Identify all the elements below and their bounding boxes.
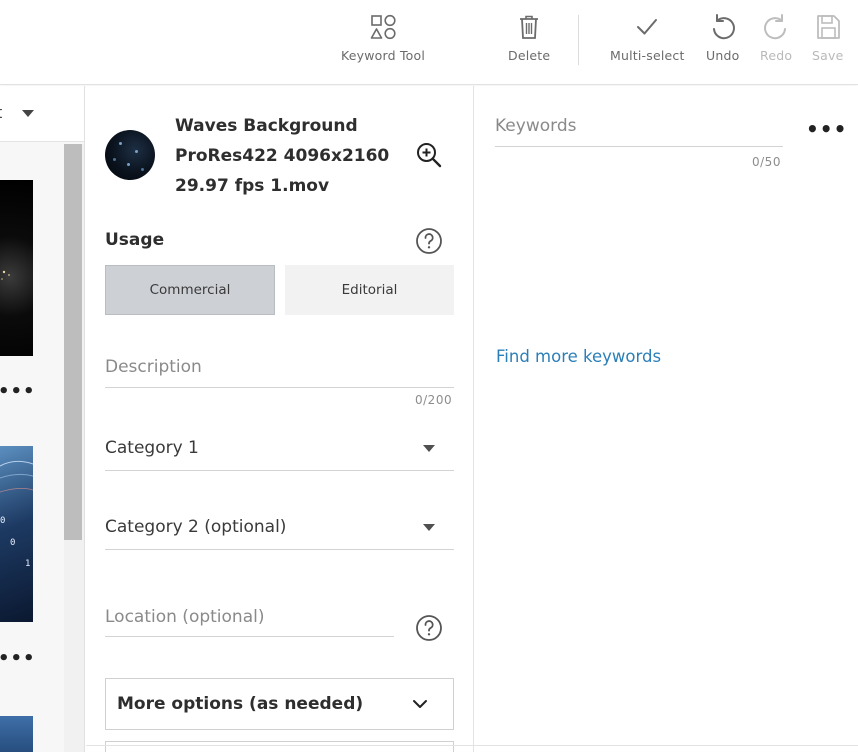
location-input[interactable]: Location (optional) bbox=[105, 607, 264, 627]
find-more-keywords-link[interactable]: Find more keywords bbox=[496, 347, 661, 366]
thumbnail-image[interactable] bbox=[0, 716, 33, 752]
multi-select-button[interactable]: Multi-select bbox=[610, 12, 685, 63]
help-icon[interactable] bbox=[415, 227, 443, 255]
multi-select-label: Multi-select bbox=[610, 48, 685, 63]
floppy-disk-icon bbox=[816, 15, 840, 39]
svg-text:0: 0 bbox=[10, 538, 15, 548]
file-thumbnail bbox=[105, 130, 155, 180]
thumbnail-more-menu[interactable]: ••• bbox=[0, 648, 36, 669]
save-button[interactable]: Save bbox=[812, 12, 843, 63]
description-char-counter: 0/200 bbox=[415, 393, 453, 407]
caret-down-icon[interactable] bbox=[423, 445, 435, 452]
keyword-tool-label: Keyword Tool bbox=[341, 48, 426, 63]
top-toolbar: Keyword Tool Delete Multi-select Undo Re… bbox=[0, 0, 858, 85]
description-input[interactable]: Description bbox=[105, 357, 202, 377]
category-1-select[interactable]: Category 1 bbox=[105, 438, 199, 458]
keywords-more-menu[interactable]: ••• bbox=[806, 119, 847, 139]
thumbnail-art: 0 0 1 bbox=[0, 460, 34, 569]
thumbnail-image[interactable] bbox=[0, 180, 33, 356]
thumbnail-art bbox=[1, 270, 10, 280]
checkmark-icon bbox=[637, 19, 658, 35]
bottom-divider bbox=[86, 745, 858, 746]
category-2-select[interactable]: Category 2 (optional) bbox=[105, 517, 286, 537]
redo-button[interactable]: Redo bbox=[760, 12, 792, 63]
save-label: Save bbox=[812, 48, 844, 63]
thumbnail-image[interactable]: 0 0 1 bbox=[0, 446, 34, 622]
undo-icon bbox=[712, 14, 735, 40]
svg-text:1: 1 bbox=[25, 559, 30, 569]
thumbnail-list-panel: t ••• 0 0 1 ••• bbox=[0, 86, 85, 752]
location-underline bbox=[105, 636, 394, 637]
undo-label: Undo bbox=[706, 48, 740, 63]
toolbar-divider bbox=[578, 15, 579, 65]
usage-commercial-option[interactable]: Commercial bbox=[105, 265, 275, 315]
more-options-label: More options (as needed) bbox=[117, 694, 364, 714]
keyword-tool-button[interactable]: Keyword Tool bbox=[341, 12, 425, 63]
sort-dropdown-label: t bbox=[0, 103, 2, 122]
trash-icon bbox=[520, 15, 539, 39]
svg-text:0: 0 bbox=[0, 516, 5, 526]
category-2-underline bbox=[105, 549, 454, 550]
next-section-card bbox=[105, 741, 454, 752]
help-icon[interactable] bbox=[415, 614, 443, 642]
keywords-underline bbox=[495, 146, 783, 147]
metadata-form-panel: Waves Background ProRes422 4096x2160 29.… bbox=[86, 86, 474, 752]
zoom-in-icon[interactable] bbox=[414, 140, 444, 170]
redo-label: Redo bbox=[760, 48, 793, 63]
keywords-panel: Keywords 0/50 ••• Find more keywords bbox=[475, 86, 858, 752]
usage-heading: Usage bbox=[105, 230, 165, 250]
thumbnail-more-menu[interactable]: ••• bbox=[0, 381, 36, 402]
delete-button[interactable]: Delete bbox=[508, 12, 550, 63]
more-options-toggle[interactable]: More options (as needed) bbox=[105, 678, 454, 730]
chevron-down-icon bbox=[413, 700, 427, 708]
scrollbar-thumb[interactable] bbox=[64, 144, 82, 540]
usage-editorial-option[interactable]: Editorial bbox=[285, 265, 454, 315]
undo-button[interactable]: Undo bbox=[706, 12, 739, 63]
caret-down-icon[interactable] bbox=[423, 524, 435, 531]
sort-dropdown[interactable]: t bbox=[0, 86, 84, 142]
caret-down-icon bbox=[22, 110, 34, 117]
file-name: Waves Background ProRes422 4096x2160 29.… bbox=[175, 116, 390, 196]
redo-icon bbox=[764, 14, 787, 40]
shapes-icon bbox=[370, 14, 396, 40]
category-1-underline bbox=[105, 470, 454, 471]
keywords-counter: 0/50 bbox=[752, 155, 781, 169]
description-underline bbox=[105, 387, 454, 388]
keywords-input[interactable]: Keywords bbox=[495, 116, 576, 136]
delete-label: Delete bbox=[508, 48, 551, 63]
